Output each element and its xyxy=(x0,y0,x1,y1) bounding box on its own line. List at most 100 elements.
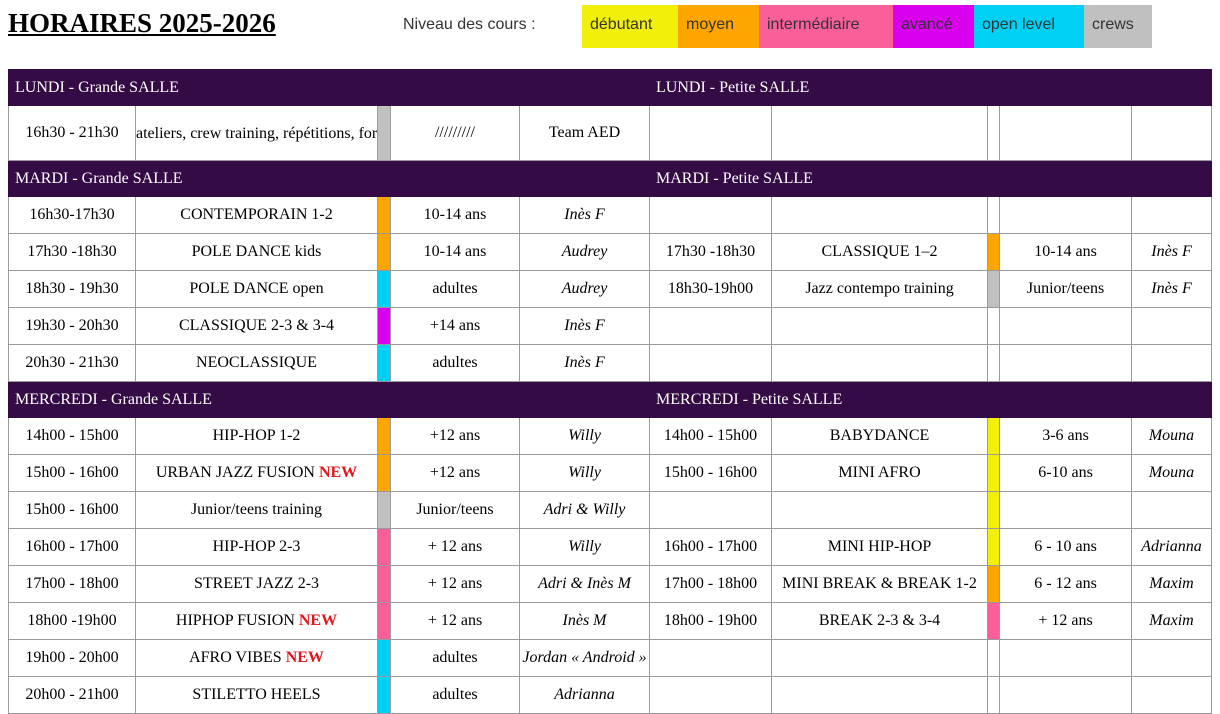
course-name: Jazz contempo training xyxy=(805,280,954,297)
left-time-cell: 19h30 - 20h30 xyxy=(8,307,136,345)
table-row: 20h30 - 21h30 NEOCLASSIQUE adultes Inès F xyxy=(8,344,1213,382)
left-age-cell: Junior/teens xyxy=(390,491,520,529)
table-row: 19h30 - 20h30 CLASSIQUE 2-3 & 3-4 +14 ans I… xyxy=(8,307,1213,345)
table-row: 18h30 - 19h30 POLE DANCE open adultes Audre… xyxy=(8,270,1213,308)
left-course-cell: AFRO VIBES NEW xyxy=(135,639,378,677)
left-time-cell: 18h00 -19h00 xyxy=(8,602,136,640)
left-time-cell: 14h00 - 15h00 xyxy=(8,417,136,455)
left-age-cell: 10-14 ans xyxy=(390,196,520,234)
legend-item-open-level: open level xyxy=(974,5,1084,48)
right-level-indicator xyxy=(987,639,1001,677)
right-level-indicator xyxy=(987,105,1001,161)
left-age-cell: adultes xyxy=(390,344,520,382)
right-teacher-cell: Inès F xyxy=(1131,233,1213,271)
right-age-cell xyxy=(999,344,1133,382)
right-age-cell: Junior/teens xyxy=(999,270,1133,308)
right-time-cell xyxy=(649,344,773,382)
left-age-cell: +12 ans xyxy=(390,454,520,492)
table-row: 15h00 - 16h00 Junior/teens training Junior… xyxy=(8,491,1213,529)
table-row: 17h00 - 18h00 STREET JAZZ 2-3 + 12 ans Adri… xyxy=(8,565,1213,603)
right-teacher-cell xyxy=(1131,105,1213,161)
right-age-cell: 10-14 ans xyxy=(999,233,1133,271)
left-time-cell: 20h00 - 21h00 xyxy=(8,676,136,714)
left-level-indicator xyxy=(377,565,391,603)
left-time-cell: 19h00 - 20h00 xyxy=(8,639,136,677)
schedule-table: LUNDI - Grande SALLE LUNDI - Petite SALLE… xyxy=(7,69,1213,714)
new-badge: NEW xyxy=(298,612,338,629)
right-level-indicator xyxy=(987,307,1001,345)
left-course-cell: NEOCLASSIQUE xyxy=(135,344,378,382)
course-name: CONTEMPORAIN 1-2 xyxy=(180,206,333,223)
table-row: 15h00 - 16h00 URBAN JAZZ FUSION NEW +12 an… xyxy=(8,454,1213,492)
new-badge: NEW xyxy=(285,649,324,666)
course-name: BABYDANCE xyxy=(829,427,930,444)
course-name: MINI HIP-HOP xyxy=(827,538,932,555)
course-name: CLASSIQUE 1–2 xyxy=(821,243,938,260)
left-age-cell: +14 ans xyxy=(390,307,520,345)
course-name: MINI BREAK & BREAK 1-2 xyxy=(782,575,977,592)
left-course-cell: ateliers, crew training, répétitions, fo… xyxy=(135,105,378,161)
left-teacher-cell: Adri & Inès M xyxy=(518,565,651,603)
table-row: 19h00 - 20h00 AFRO VIBES NEW adultes Jordan… xyxy=(8,639,1213,677)
right-teacher-cell: Maxim xyxy=(1131,565,1213,603)
course-name: MINI AFRO xyxy=(838,464,921,481)
right-level-indicator xyxy=(987,344,1001,382)
right-teacher-cell xyxy=(1131,344,1213,382)
table-row: 18h00 -19h00 HIPHOP FUSION NEW + 12 ans Inè… xyxy=(8,602,1213,640)
right-age-cell xyxy=(999,105,1133,161)
left-age-cell: ///////// xyxy=(390,105,520,161)
right-age-cell xyxy=(999,676,1133,714)
left-level-indicator xyxy=(377,233,391,271)
grande-salle-header: LUNDI - Grande SALLE xyxy=(7,69,651,106)
legend-item-intermediaire: intermédiaire xyxy=(759,5,893,48)
right-teacher-cell xyxy=(1131,639,1213,677)
right-age-cell: 6-10 ans xyxy=(999,454,1133,492)
left-time-cell: 16h30-17h30 xyxy=(8,196,136,234)
right-course-cell xyxy=(771,491,989,529)
left-course-cell: POLE DANCE open xyxy=(135,270,378,308)
right-time-cell xyxy=(649,639,773,677)
grande-salle-header: MERCREDI - Grande SALLE xyxy=(7,381,651,418)
left-teacher-cell: Audrey xyxy=(518,270,651,308)
left-course-cell: HIP-HOP 2-3 xyxy=(135,528,378,566)
right-course-cell: BREAK 2-3 & 3-4 xyxy=(771,602,989,640)
right-teacher-cell xyxy=(1131,307,1213,345)
left-course-cell: HIPHOP FUSION NEW xyxy=(135,602,378,640)
left-teacher-cell: Audrey xyxy=(518,233,651,271)
right-age-cell: 6 - 10 ans xyxy=(999,528,1133,566)
left-level-indicator xyxy=(377,307,391,345)
left-age-cell: adultes xyxy=(390,676,520,714)
left-teacher-cell: Willy xyxy=(518,454,651,492)
right-level-indicator xyxy=(987,270,1001,308)
right-level-indicator xyxy=(987,676,1001,714)
course-name: POLE DANCE open xyxy=(189,280,324,297)
course-name: NEOCLASSIQUE xyxy=(196,354,317,371)
left-level-indicator xyxy=(377,270,391,308)
left-course-cell: URBAN JAZZ FUSION NEW xyxy=(135,454,378,492)
left-time-cell: 17h00 - 18h00 xyxy=(8,565,136,603)
right-time-cell: 15h00 - 16h00 xyxy=(649,454,773,492)
table-row: 20h00 - 21h00 STILETTO HEELS adultes Adrian… xyxy=(8,676,1213,714)
course-name: HIPHOP FUSION xyxy=(175,612,295,629)
left-level-indicator xyxy=(377,528,391,566)
left-level-indicator xyxy=(377,602,391,640)
right-time-cell xyxy=(649,491,773,529)
right-teacher-cell xyxy=(1131,491,1213,529)
left-course-cell: STREET JAZZ 2-3 xyxy=(135,565,378,603)
right-age-cell: 6 - 12 ans xyxy=(999,565,1133,603)
right-course-cell: CLASSIQUE 1–2 xyxy=(771,233,989,271)
left-level-indicator xyxy=(377,639,391,677)
left-age-cell: +12 ans xyxy=(390,417,520,455)
lundi-header-row: LUNDI - Grande SALLE LUNDI - Petite SALLE xyxy=(7,69,1213,106)
right-time-cell: 16h00 - 17h00 xyxy=(649,528,773,566)
left-time-cell: 15h00 - 16h00 xyxy=(8,491,136,529)
right-course-cell xyxy=(771,105,989,161)
grande-salle-header: MARDI - Grande SALLE xyxy=(7,160,651,197)
left-age-cell: + 12 ans xyxy=(390,602,520,640)
table-row: 16h30-17h30 CONTEMPORAIN 1-2 10-14 ans Inès… xyxy=(8,196,1213,234)
left-level-indicator xyxy=(377,196,391,234)
left-teacher-cell: Adri & Willy xyxy=(518,491,651,529)
left-time-cell: 16h30 - 21h30 xyxy=(8,105,136,161)
right-level-indicator xyxy=(987,454,1001,492)
level-legend: débutant moyen intermédiaire avancé open… xyxy=(582,5,1152,48)
